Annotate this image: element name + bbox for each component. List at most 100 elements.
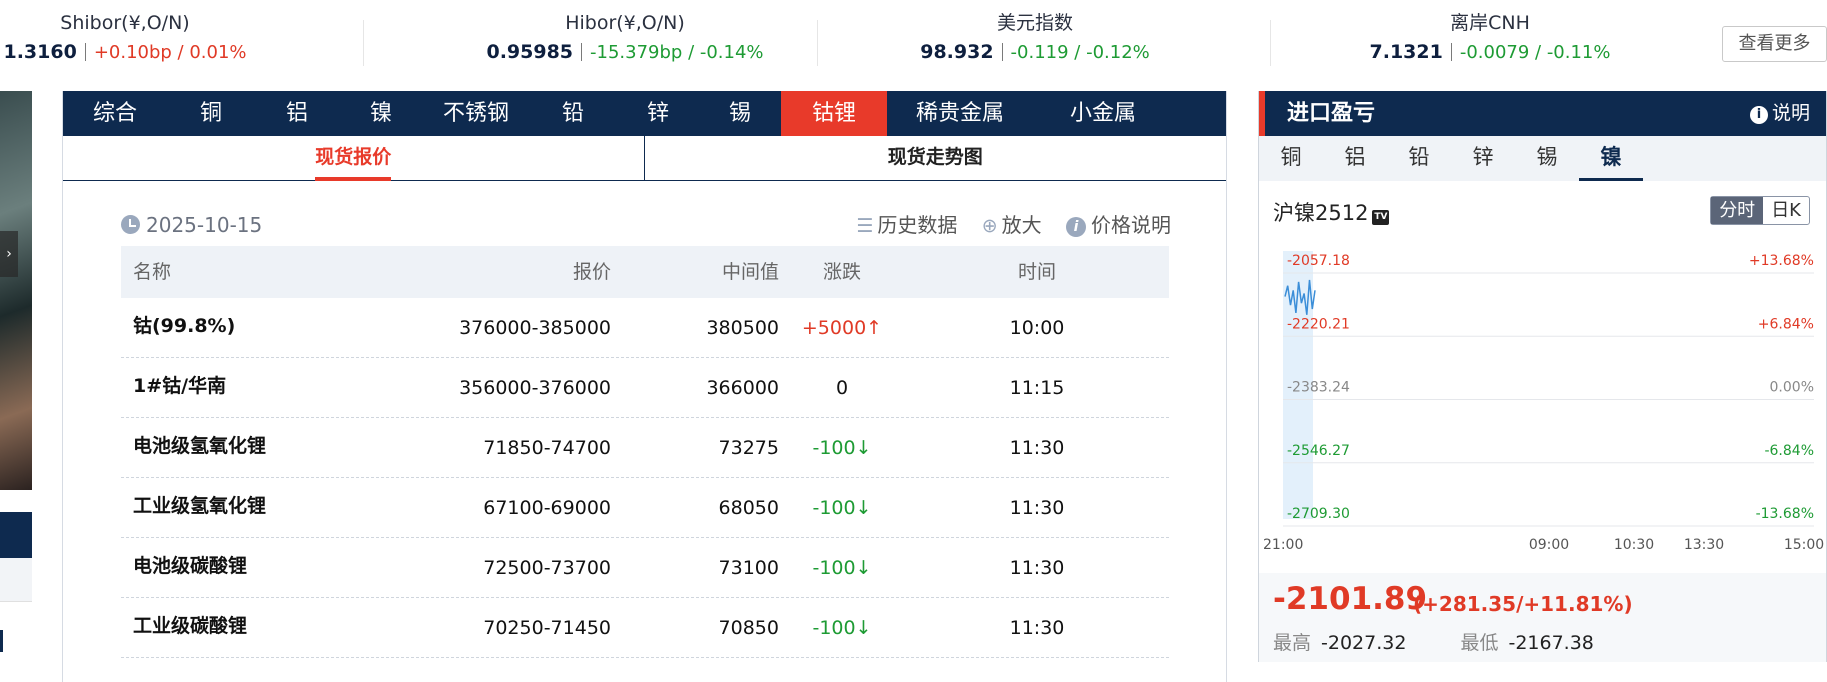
y-tick-right: +13.68% bbox=[1749, 253, 1814, 269]
cell-price: 71850-74700 bbox=[483, 437, 611, 459]
carousel-arrow-icon[interactable]: › bbox=[0, 231, 18, 277]
import-pnl-panel: 进口盈亏 i 说明 铜 铝 铅 锌 锡 镍 沪镍2512 TV 分时 日K -205… bbox=[1258, 91, 1827, 662]
x-tick: 21:00 bbox=[1263, 537, 1303, 553]
tab-lead[interactable]: 铅 bbox=[1387, 136, 1451, 181]
tab-zinc[interactable]: 锌 bbox=[617, 91, 699, 136]
cell-time: 11:30 bbox=[1009, 497, 1065, 519]
info-icon: i bbox=[1066, 217, 1086, 237]
period-intraday-button[interactable]: 分时 bbox=[1711, 197, 1764, 224]
period-toggle: 分时 日K bbox=[1710, 196, 1810, 225]
cell-name: 工业级氢氧化锂 bbox=[133, 495, 267, 517]
ticker-shibor[interactable]: Shibor(¥,O/N) 1.3160 +0.10bp / 0.01% bbox=[0, 8, 250, 68]
tab-zinc[interactable]: 锌 bbox=[1451, 136, 1515, 181]
cell-change: 0 bbox=[835, 377, 849, 399]
tab-spot-trend[interactable]: 现货走势图 bbox=[645, 136, 1227, 180]
table-row[interactable]: 1#钴/华南 356000-376000 366000 0 11:15 bbox=[121, 358, 1169, 418]
last-price: -2101.89 bbox=[1273, 581, 1428, 617]
high-label: 最高 bbox=[1273, 632, 1312, 654]
high-low: 最高 -2027.32 最低 -2167.38 bbox=[1273, 628, 1648, 655]
cell-price: 356000-376000 bbox=[459, 377, 611, 399]
cell-name: 工业级碳酸锂 bbox=[133, 615, 248, 637]
price-note-label: 价格说明 bbox=[1091, 213, 1171, 237]
help-label: 说明 bbox=[1771, 102, 1810, 124]
ticker-usd-index[interactable]: 美元指数 98.932 -0.119 / -0.12% bbox=[880, 8, 1190, 68]
tab-tin[interactable]: 锡 bbox=[699, 91, 781, 136]
tab-nickel[interactable]: 镍 bbox=[339, 91, 423, 136]
tab-aluminum[interactable]: 铝 bbox=[255, 91, 339, 136]
cell-mid: 70850 bbox=[718, 617, 779, 639]
cell-mid: 68050 bbox=[718, 497, 779, 519]
ticker-hibor[interactable]: Hibor(¥,O/N) 0.95985 -15.379bp / -0.14% bbox=[420, 8, 830, 68]
ticker-cnh[interactable]: 离岸CNH 7.1321 -0.0079 / -0.11% bbox=[1330, 8, 1650, 68]
intraday-chart[interactable]: -2057.18 +13.68% -2220.21 +6.84% -2383.24 0.0… bbox=[1259, 239, 1826, 559]
tab-spot-price[interactable]: 现货报价 bbox=[63, 136, 645, 181]
date-value: 2025-10-15 bbox=[146, 213, 263, 237]
tab-stainless[interactable]: 不锈钢 bbox=[423, 91, 529, 136]
tab-copper[interactable]: 铜 bbox=[1259, 136, 1323, 181]
metal-tabs: 综合 铜 铝 镍 不锈钢 铅 锌 锡 钴锂 稀贵金属 小金属 bbox=[63, 91, 1226, 136]
high-value: -2027.32 bbox=[1321, 632, 1407, 654]
ticker-change: -15.379bp / -0.14% bbox=[590, 42, 764, 63]
tab-aluminum[interactable]: 铝 bbox=[1323, 136, 1387, 181]
cell-price: 72500-73700 bbox=[483, 557, 611, 579]
col-mid: 中间值 bbox=[721, 261, 779, 283]
cell-price: 70250-71450 bbox=[483, 617, 611, 639]
ticker-name: 离岸CNH bbox=[1450, 12, 1530, 34]
ticker-change: +0.10bp / 0.01% bbox=[93, 42, 247, 63]
x-tick: 15:00 bbox=[1784, 537, 1824, 553]
col-time: 时间 bbox=[1017, 261, 1056, 283]
zoom-label: 放大 bbox=[1001, 213, 1042, 237]
history-label: 历史数据 bbox=[877, 213, 958, 237]
table-row[interactable]: 工业级碳酸锂 70250-71450 70850 -100↓ 11:30 bbox=[121, 598, 1169, 658]
table-row[interactable]: 工业级氢氧化锂 67100-69000 68050 -100↓ 11:30 bbox=[121, 478, 1169, 538]
y-tick-left: -2709.30 bbox=[1287, 506, 1350, 522]
cell-price: 376000-385000 bbox=[459, 317, 611, 339]
cell-mid: 73100 bbox=[718, 557, 779, 579]
tab-lead[interactable]: 铅 bbox=[529, 91, 617, 136]
low-label: 最低 bbox=[1460, 632, 1499, 654]
period-daily-button[interactable]: 日K bbox=[1763, 197, 1809, 224]
help-link[interactable]: i 说明 bbox=[1749, 91, 1810, 136]
tab-composite[interactable]: 综合 bbox=[63, 91, 167, 136]
tab-copper[interactable]: 铜 bbox=[167, 91, 255, 136]
zoom-icon: ⊕ bbox=[981, 215, 998, 237]
price-table: 名称 报价 中间值 涨跌 时间 钴(99.8%) 376000-385000 3… bbox=[121, 246, 1169, 658]
contract-label: 沪镍2512 TV bbox=[1273, 197, 1390, 227]
cell-mid: 366000 bbox=[706, 377, 779, 399]
tab-cobalt-lithium[interactable]: 钴锂 bbox=[781, 91, 887, 136]
metals-panel: 综合 铜 铝 镍 不锈钢 铅 锌 锡 钴锂 稀贵金属 小金属 现货报价 现货走势… bbox=[62, 91, 1227, 682]
divider bbox=[1001, 43, 1003, 61]
tab-nickel[interactable]: 镍 bbox=[1579, 136, 1643, 181]
table-row[interactable]: 电池级碳酸锂 72500-73700 73100 -100↓ 11:30 bbox=[121, 538, 1169, 598]
tab-tin[interactable]: 锡 bbox=[1515, 136, 1579, 181]
table-row[interactable]: 钴(99.8%) 376000-385000 380500 +5000↑ 10:… bbox=[121, 298, 1169, 358]
cell-change: -100↓ bbox=[812, 497, 872, 519]
divider bbox=[363, 20, 364, 66]
y-tick-left: -2057.18 bbox=[1287, 253, 1350, 269]
date-label: 2025-10-15 bbox=[121, 209, 262, 241]
cell-name: 1#钴/华南 bbox=[133, 375, 227, 397]
cell-change: -100↓ bbox=[812, 437, 872, 459]
price-note-link[interactable]: i 价格说明 bbox=[1066, 213, 1171, 237]
x-tick: 13:30 bbox=[1684, 537, 1724, 553]
zoom-link[interactable]: ⊕ 放大 bbox=[982, 213, 1042, 237]
view-more-button[interactable]: 查看更多 bbox=[1722, 26, 1827, 62]
divider bbox=[1450, 43, 1452, 61]
cell-change: +5000↑ bbox=[801, 317, 883, 339]
contract-bar: 沪镍2512 TV 分时 日K bbox=[1259, 181, 1826, 239]
banner-image[interactable]: › bbox=[0, 91, 32, 490]
cell-time: 11:15 bbox=[1009, 377, 1065, 399]
tab-precious[interactable]: 稀贵金属 bbox=[887, 91, 1033, 136]
cell-time: 10:00 bbox=[1009, 317, 1065, 339]
cell-name: 电池级氢氧化锂 bbox=[133, 435, 267, 457]
y-tick-right: 0.00% bbox=[1770, 380, 1814, 396]
cell-change: -100↓ bbox=[812, 557, 872, 579]
cell-time: 11:30 bbox=[1009, 617, 1065, 639]
panel-header: 进口盈亏 i 说明 bbox=[1259, 91, 1826, 136]
table-row[interactable]: 电池级氢氧化锂 71850-74700 73275 -100↓ 11:30 bbox=[121, 418, 1169, 478]
tradingview-icon[interactable]: TV bbox=[1372, 210, 1390, 225]
tab-minor-metals[interactable]: 小金属 bbox=[1033, 91, 1173, 136]
ticker-value: 0.95985 bbox=[486, 41, 574, 63]
history-data-link[interactable]: ☰ 历史数据 bbox=[856, 213, 957, 237]
col-name: 名称 bbox=[133, 261, 172, 283]
